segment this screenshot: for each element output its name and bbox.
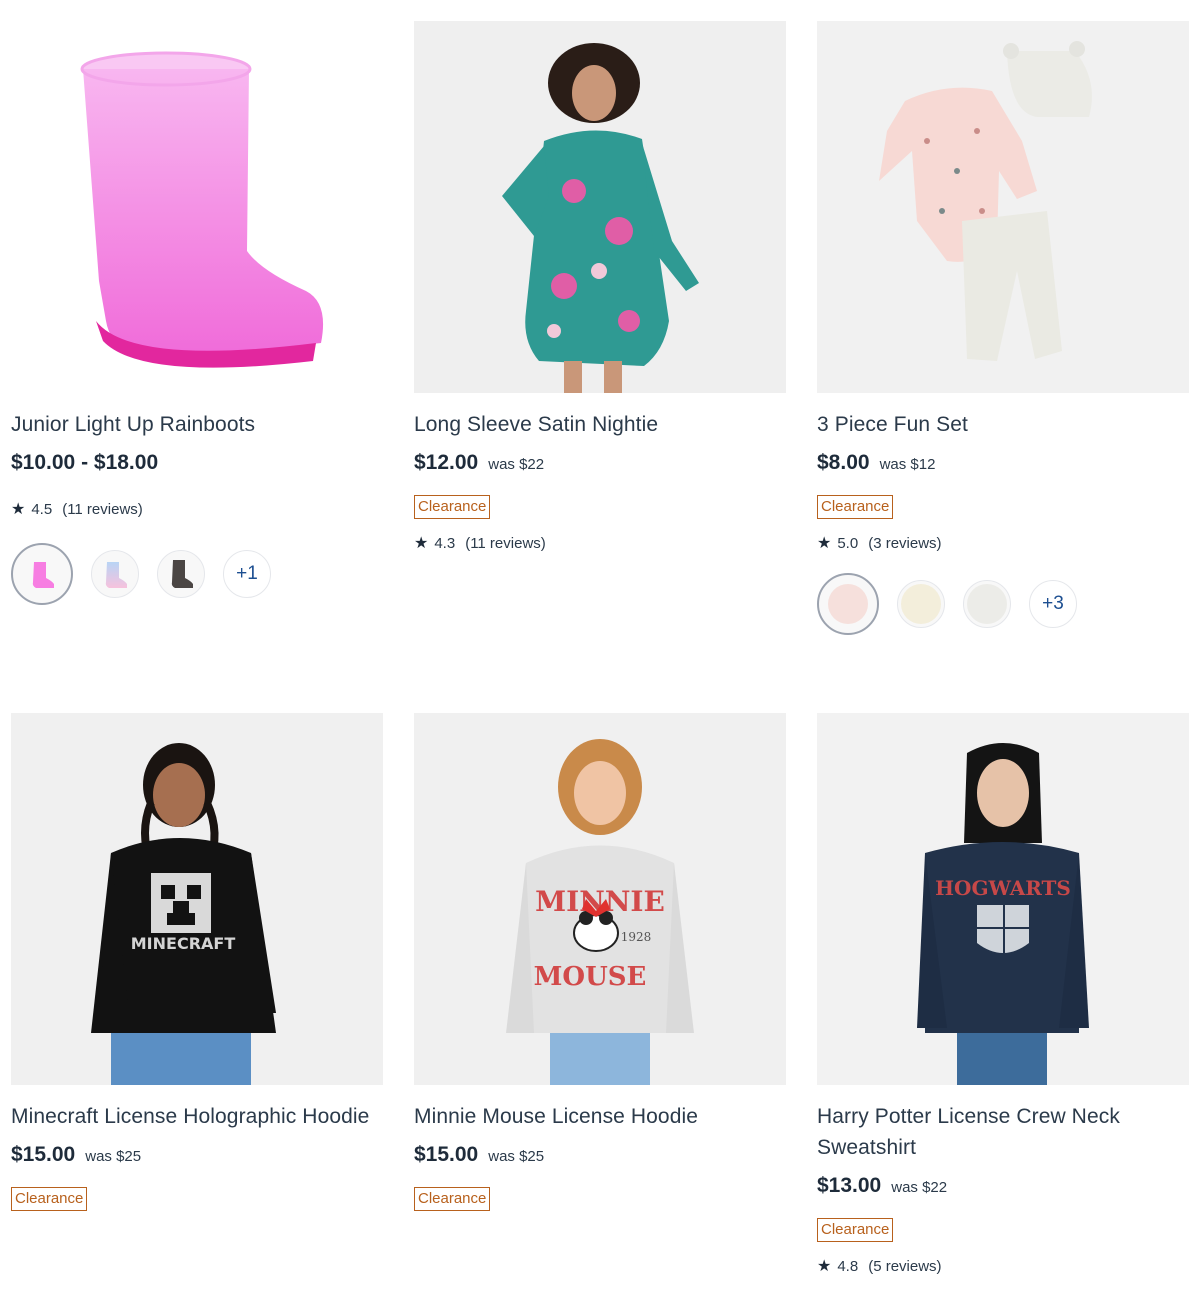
clearance-badge: Clearance xyxy=(414,1187,491,1211)
pink-set-swatch-icon xyxy=(828,584,868,624)
product-title[interactable]: Long Sleeve Satin Nightie xyxy=(414,409,786,440)
product-rating: ★ 4.5 (11 reviews) xyxy=(11,499,383,519)
color-swatches: +1 xyxy=(11,543,383,605)
review-count[interactable]: (5 reviews) xyxy=(868,1258,941,1275)
more-swatches-button[interactable]: +1 xyxy=(223,550,271,598)
review-count[interactable]: (3 reviews) xyxy=(868,535,941,552)
star-icon: ★ xyxy=(11,501,26,518)
product-title[interactable]: Minecraft License Holographic Hoodie xyxy=(11,1101,383,1132)
swatch-pink[interactable] xyxy=(11,543,73,605)
was-price: was $22 xyxy=(891,1179,948,1196)
was-price: was $25 xyxy=(85,1148,142,1165)
product-price: $13.00 xyxy=(817,1174,882,1197)
product-image[interactable]: MINECRAFT xyxy=(11,713,383,1085)
product-card-hogwarts-sweatshirt[interactable]: HOGWARTS Harry Potter License Crew Neck … xyxy=(817,713,1189,1276)
baby-three-piece-set-image xyxy=(817,21,1189,393)
rating-value: 5.0 xyxy=(837,534,859,552)
product-card-minnie-hoodie[interactable]: MINNIE 1928 MOUSE Minnie Mouse License H… xyxy=(414,713,786,1211)
clearance-badge: Clearance xyxy=(414,495,491,519)
product-rating: ★ 4.8 (5 reviews) xyxy=(817,1256,1189,1276)
clearance-badge: Clearance xyxy=(817,495,894,519)
product-title[interactable]: Harry Potter License Crew Neck Sweatshir… xyxy=(817,1101,1189,1163)
product-title[interactable]: 3 Piece Fun Set xyxy=(817,409,1189,440)
product-price: $8.00 xyxy=(817,451,870,474)
product-title[interactable]: Minnie Mouse License Hoodie xyxy=(414,1101,786,1132)
minecraft-print-text: MINECRAFT xyxy=(131,934,236,953)
minecraft-hoodie-image: MINECRAFT xyxy=(11,713,383,1085)
pink-boot-swatch-icon xyxy=(32,562,54,588)
star-icon: ★ xyxy=(817,1258,832,1275)
swatch-yellow-set[interactable] xyxy=(897,580,945,628)
mouse-print-text: MOUSE xyxy=(534,962,647,992)
yellow-set-swatch-icon xyxy=(901,584,941,624)
product-card-minecraft-hoodie[interactable]: MINECRAFT Minecraft License Holographic … xyxy=(11,713,383,1211)
floral-satin-nightie-image xyxy=(414,21,786,393)
product-image[interactable]: HOGWARTS xyxy=(817,713,1189,1085)
was-price: was $12 xyxy=(879,456,936,473)
product-price: $15.00 xyxy=(414,1143,479,1166)
rating-value: 4.8 xyxy=(837,1257,859,1275)
pink-rainboot-image xyxy=(80,51,324,368)
clearance-badge: Clearance xyxy=(817,1218,894,1242)
rating-value: 4.3 xyxy=(434,534,456,552)
white-set-swatch-icon xyxy=(967,584,1007,624)
more-swatches-button[interactable]: +3 xyxy=(1029,580,1077,628)
product-card-nightie[interactable]: Long Sleeve Satin Nightie $12.00 was $22… xyxy=(414,21,786,553)
clearance-badge: Clearance xyxy=(11,1187,88,1211)
hogwarts-sweatshirt-image: HOGWARTS xyxy=(817,713,1189,1085)
minnie-mouse-hoodie-image: MINNIE 1928 MOUSE xyxy=(414,713,786,1085)
was-price: was $25 xyxy=(488,1148,545,1165)
star-icon: ★ xyxy=(414,535,429,552)
minnie-print-year: 1928 xyxy=(621,930,652,944)
rating-value: 4.5 xyxy=(31,500,53,518)
ombre-boot-swatch-icon xyxy=(105,562,127,588)
star-icon: ★ xyxy=(817,535,832,552)
review-count[interactable]: (11 reviews) xyxy=(465,535,546,552)
product-image[interactable] xyxy=(817,21,1189,393)
product-price: $15.00 xyxy=(11,1143,76,1166)
product-title[interactable]: Junior Light Up Rainboots xyxy=(11,409,383,440)
product-image[interactable] xyxy=(414,21,786,393)
product-price: $12.00 xyxy=(414,451,479,474)
swatch-ombre[interactable] xyxy=(91,550,139,598)
product-rating: ★ 4.3 (11 reviews) xyxy=(414,533,786,553)
product-card-fun-set[interactable]: 3 Piece Fun Set $8.00 was $12 Clearance … xyxy=(817,21,1189,635)
product-rating: ★ 5.0 (3 reviews) xyxy=(817,533,1189,553)
swatch-pink-set[interactable] xyxy=(817,573,879,635)
swatch-dark[interactable] xyxy=(157,550,205,598)
product-image[interactable] xyxy=(11,21,383,393)
color-swatches: +3 xyxy=(817,573,1189,635)
review-count[interactable]: (11 reviews) xyxy=(62,501,143,518)
swatch-white-set[interactable] xyxy=(963,580,1011,628)
product-card-rainboots[interactable]: Junior Light Up Rainboots $10.00 - $18.0… xyxy=(11,21,383,605)
dark-boot-swatch-icon xyxy=(171,560,193,588)
was-price: was $22 xyxy=(488,456,545,473)
product-price: $10.00 - $18.00 xyxy=(11,451,159,474)
hogwarts-print-text: HOGWARTS xyxy=(935,876,1071,900)
product-image[interactable]: MINNIE 1928 MOUSE xyxy=(414,713,786,1085)
